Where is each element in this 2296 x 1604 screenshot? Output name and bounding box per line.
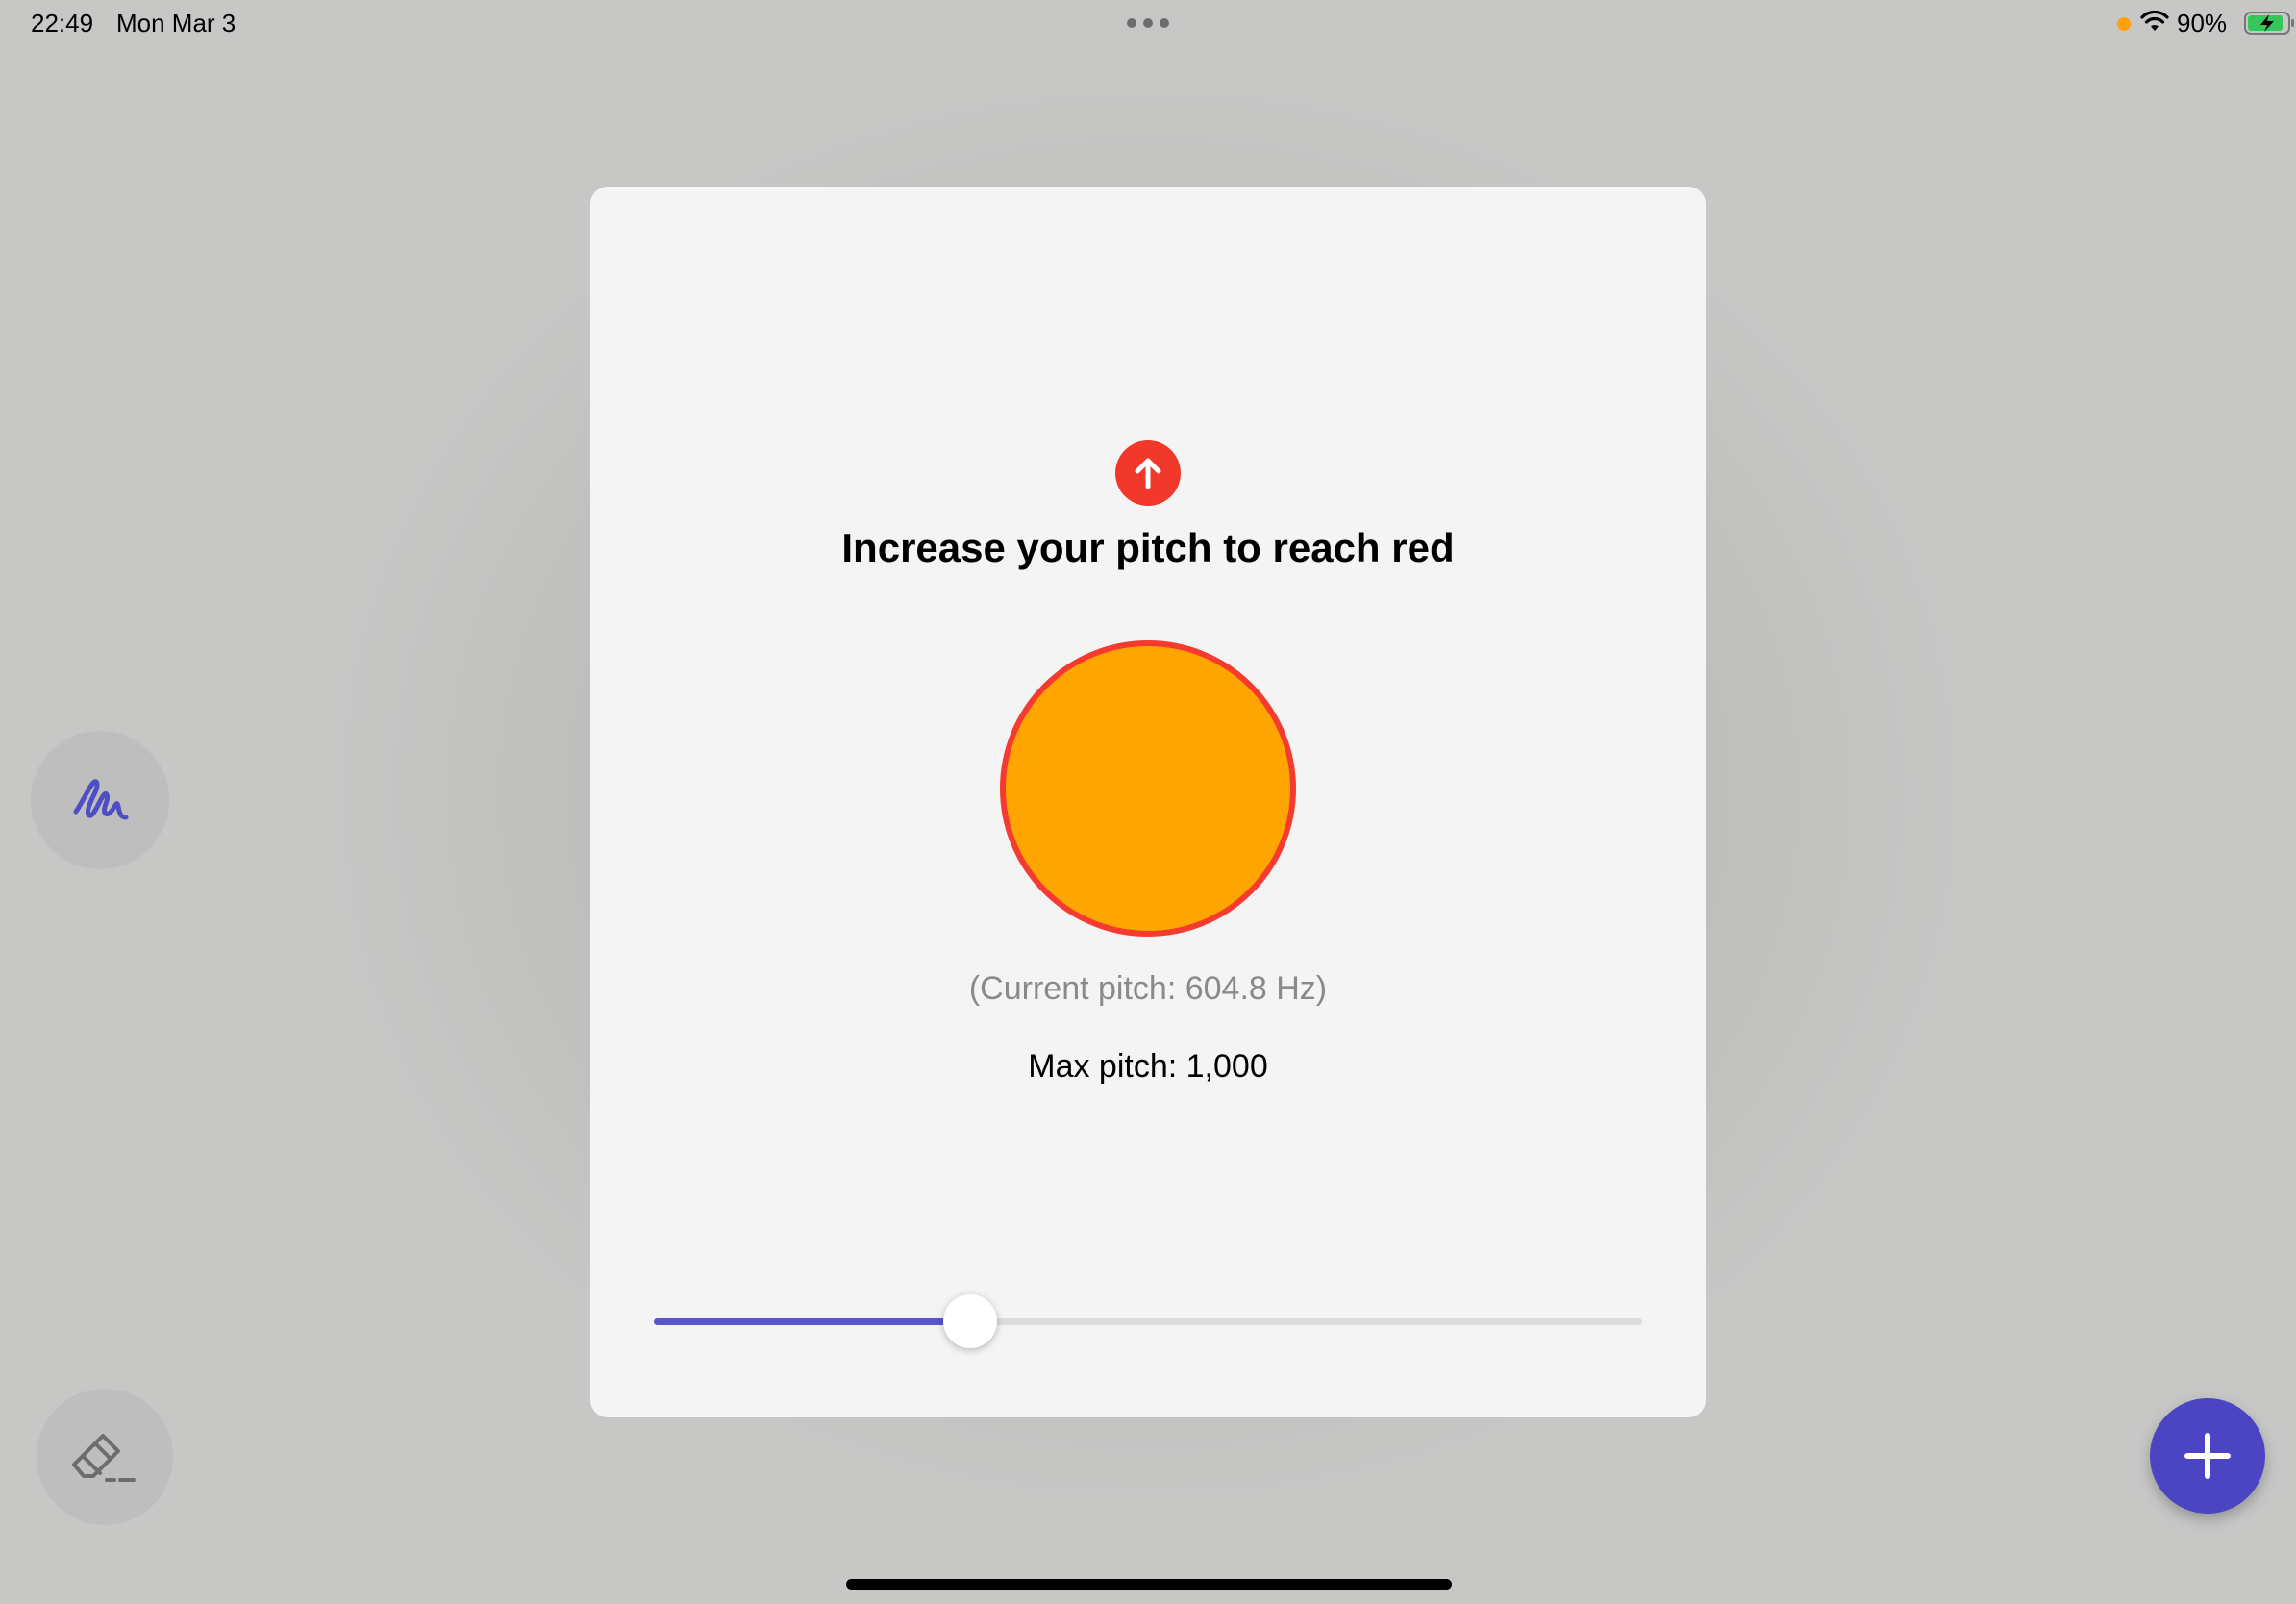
pitch-modal: Increase your pitch to reach red (Curren… xyxy=(590,187,1706,1417)
status-time: 22:49 xyxy=(31,9,94,38)
direction-badge xyxy=(1115,440,1181,506)
eraser-icon xyxy=(72,1434,136,1482)
status-date: Mon Mar 3 xyxy=(116,9,237,38)
multitasking-menu[interactable] xyxy=(1127,18,1169,28)
pitch-target-circle xyxy=(1000,640,1296,937)
pen-tool-button[interactable] xyxy=(31,731,169,869)
max-pitch-label: Max pitch: 1,000 xyxy=(1028,1048,1268,1085)
home-indicator[interactable] xyxy=(846,1579,1452,1590)
add-button[interactable] xyxy=(2150,1398,2265,1514)
slider-fill xyxy=(654,1318,970,1325)
status-bar: 22:49 Mon Mar 3 90% xyxy=(0,0,2296,46)
wifi-icon xyxy=(2140,10,2169,31)
eraser-tool-button[interactable] xyxy=(37,1389,173,1525)
prompt-title: Increase your pitch to reach red xyxy=(841,525,1455,570)
battery-percent: 90% xyxy=(2177,9,2228,38)
plus-icon xyxy=(2184,1433,2231,1479)
privacy-indicator-dot xyxy=(2117,17,2131,31)
slider-thumb[interactable] xyxy=(942,1294,997,1348)
scribble-pen-icon xyxy=(73,779,129,820)
max-pitch-slider[interactable] xyxy=(654,1294,1642,1348)
arrow-up-icon xyxy=(1135,458,1161,489)
current-pitch-readout: (Current pitch: 604.8 Hz) xyxy=(968,970,1328,1007)
battery-charging-icon xyxy=(2244,12,2294,35)
